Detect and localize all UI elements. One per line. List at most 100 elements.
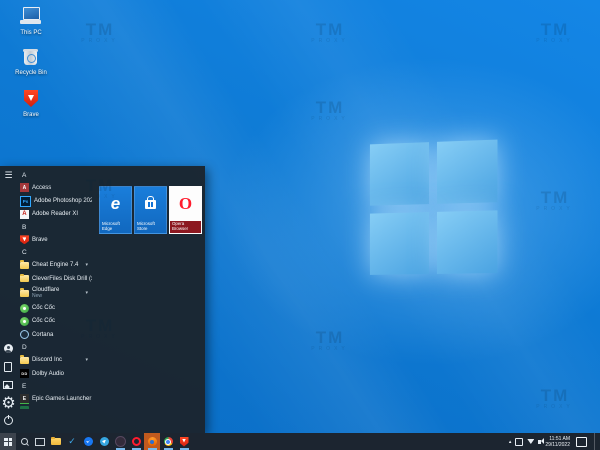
opera-app-button[interactable]	[128, 433, 144, 450]
desktop-icon-label: Recycle Bin	[4, 70, 58, 76]
task-view-icon	[35, 438, 45, 446]
settings-icon[interactable]: ⚙	[3, 397, 14, 408]
app-list-item-coccoc-2[interactable]: Cốc Cốc	[17, 315, 92, 328]
user-icon[interactable]	[3, 343, 14, 354]
app-label: Cheat Engine 7.4	[32, 262, 78, 268]
telegram-app-button[interactable]	[96, 433, 112, 450]
app-label: Adobe Photoshop 2022	[34, 198, 92, 204]
app-section-header[interactable]: C	[17, 247, 92, 259]
app-list-item-adobe-reader[interactable]: A Adobe Reader XI	[17, 208, 92, 221]
app-list-item-cheat-engine[interactable]: Cheat Engine 7.4 ▾	[17, 259, 92, 272]
hidden-icons-chevron-icon[interactable]: ▴	[509, 439, 512, 445]
chevron-down-icon[interactable]: ▾	[85, 290, 88, 296]
desktop-icon-label: This PC	[4, 30, 58, 36]
desktop-icon-recycle-bin[interactable]: Recycle Bin	[4, 46, 58, 76]
app-label: Dolby Audio	[32, 371, 64, 377]
access-icon: A	[20, 183, 29, 192]
desktop-icon-label: Brave	[4, 112, 58, 118]
tray-date: 29/11/2022	[545, 442, 570, 448]
action-center-icon[interactable]	[576, 437, 587, 447]
desktop-icon-this-pc[interactable]: This PC	[4, 6, 58, 36]
app-label: Cortana	[32, 332, 53, 338]
menu-icon[interactable]: ☰	[4, 171, 12, 180]
tablet-app-icon[interactable]	[515, 438, 523, 446]
opera-icon: O	[179, 196, 192, 212]
desktop-icon-brave[interactable]: Brave	[4, 88, 58, 118]
brave-icon	[19, 88, 43, 110]
system-tray: ▴ 11:51 AM 29/11/2022	[509, 433, 600, 450]
network-icon[interactable]	[527, 439, 534, 444]
start-menu: ☰ ⚙ A A Access Ps Adobe Photoshop 2022 A…	[0, 166, 205, 433]
app-label: Cốc Cốc	[32, 318, 55, 324]
start-button[interactable]	[0, 433, 16, 450]
app-list-item-disk-drill[interactable]: CleverFiles Disk Drill (x64) ▾	[17, 272, 92, 285]
tile-label: Microsoft Store	[135, 221, 166, 233]
app-list-item-access[interactable]: A Access	[17, 181, 92, 194]
windows-desktop: This PC Recycle Bin Brave ☰ ⚙ A A Access…	[0, 0, 600, 450]
app-sublabel-new: New	[32, 293, 59, 300]
coccoc-icon	[20, 317, 29, 326]
chrome-app-button[interactable]	[160, 433, 176, 450]
documents-icon[interactable]	[3, 361, 14, 372]
cortana-icon	[20, 330, 29, 339]
app-label: CleverFiles Disk Drill (x64)	[32, 276, 92, 282]
start-tiles-area: e Microsoft Edge Microsoft Store O Opera…	[92, 166, 205, 433]
chrome-app-icon	[164, 437, 173, 446]
tile-microsoft-store[interactable]: Microsoft Store	[134, 186, 167, 234]
app-list-item-cloudflare[interactable]: Cloudflare New ▾	[17, 285, 92, 301]
coccoc-icon	[20, 304, 29, 313]
app-list-item-epic-games[interactable]: E Epic Games Launcher	[17, 392, 92, 405]
brave-app-button[interactable]	[176, 433, 192, 450]
app-list-item-partial[interactable]	[17, 406, 92, 410]
app-section-header[interactable]: D	[17, 342, 92, 354]
firefox-app-button[interactable]	[144, 433, 160, 450]
app-list-item-coccoc-1[interactable]: Cốc Cốc	[17, 301, 92, 314]
opera-app-icon	[132, 437, 141, 446]
folder-icon	[20, 290, 29, 297]
dolby-icon: DD	[20, 369, 29, 378]
app-label: Brave	[32, 237, 48, 243]
show-desktop-button[interactable]	[594, 433, 597, 450]
chevron-down-icon[interactable]: ▾	[85, 357, 88, 363]
windows-logo-pane	[437, 210, 497, 274]
dark-browser-app-button[interactable]	[112, 433, 128, 450]
app-label: Epic Games Launcher	[32, 396, 91, 402]
app-list-item-brave[interactable]: Brave	[17, 233, 92, 246]
app-label: Discord Inc	[32, 357, 62, 363]
chevron-down-icon[interactable]: ▾	[85, 262, 88, 268]
recycle-bin-icon	[19, 46, 43, 68]
check-app-button[interactable]: ✓	[64, 433, 80, 450]
windows-logo-pane	[370, 142, 429, 206]
windows-logo-icon	[4, 438, 12, 446]
app-section-header[interactable]: E	[17, 380, 92, 392]
folder-icon	[20, 262, 29, 269]
tray-time: 11:51 AM	[545, 436, 570, 442]
brave-app-icon	[180, 437, 189, 447]
store-icon	[145, 200, 156, 209]
clock[interactable]: 11:51 AM 29/11/2022	[545, 436, 570, 448]
edge-icon: e	[111, 196, 120, 212]
tile-microsoft-edge[interactable]: e Microsoft Edge	[99, 186, 132, 234]
telegram-app-icon	[100, 437, 109, 446]
photoshop-icon: Ps	[20, 196, 31, 207]
file-explorer-button[interactable]	[48, 433, 64, 450]
app-section-header[interactable]: A	[17, 169, 92, 181]
app-list-item-photoshop[interactable]: Ps Adobe Photoshop 2022	[17, 194, 92, 207]
pictures-icon[interactable]	[3, 379, 14, 390]
epic-games-icon: E	[20, 394, 29, 403]
tile-label: Microsoft Edge	[100, 221, 131, 233]
app-list-item-dolby-audio[interactable]: DD Dolby Audio	[17, 367, 92, 380]
search-button[interactable]	[16, 433, 32, 450]
task-view-button[interactable]	[32, 433, 48, 450]
windows-logo-pane	[370, 212, 429, 275]
volume-icon[interactable]	[538, 440, 541, 444]
file-explorer-icon	[51, 438, 61, 445]
app-list-item-discord[interactable]: Discord Inc ▾	[17, 354, 92, 367]
brave-icon	[20, 235, 29, 244]
tile-opera-browser[interactable]: O Opera Browser	[169, 186, 202, 234]
app-list-item-cortana[interactable]: Cortana	[17, 328, 92, 341]
messenger-app-button[interactable]	[80, 433, 96, 450]
power-icon[interactable]	[3, 415, 14, 426]
app-section-header[interactable]: B	[17, 221, 92, 233]
partial-app-icon	[20, 406, 29, 409]
